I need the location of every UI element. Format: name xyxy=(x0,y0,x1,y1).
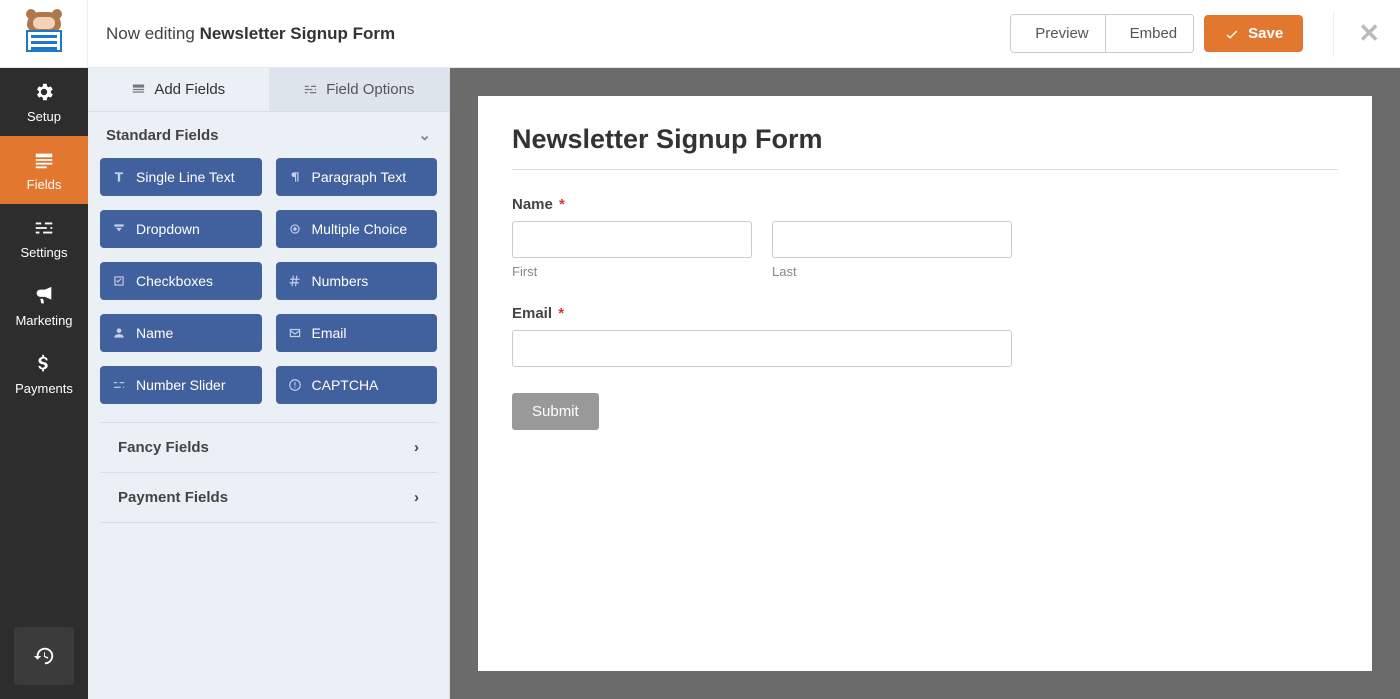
save-label: Save xyxy=(1248,25,1283,42)
panel-tabs: Add Fields Field Options xyxy=(88,68,449,112)
canvas-area[interactable]: Newsletter Signup Form Name * First Last xyxy=(450,68,1400,699)
hash-icon xyxy=(288,274,302,288)
field-label: Dropdown xyxy=(136,221,200,237)
preview-label: Preview xyxy=(1035,25,1088,42)
tab-field-options[interactable]: Field Options xyxy=(269,68,450,111)
field-label: Multiple Choice xyxy=(312,221,408,237)
field-captcha[interactable]: CAPTCHA xyxy=(276,366,438,404)
logo[interactable] xyxy=(0,0,88,68)
tab-add-fields[interactable]: Add Fields xyxy=(88,68,269,111)
field-label: Email xyxy=(312,325,347,341)
form-field-name[interactable]: Name * First Last xyxy=(512,196,1012,279)
add-fields-icon xyxy=(131,82,146,97)
nav-settings-label: Settings xyxy=(21,245,68,260)
field-label: Paragraph Text xyxy=(312,169,407,185)
group-standard-fields[interactable]: Standard Fields ⌄ xyxy=(88,112,449,158)
editing-prefix: Now editing xyxy=(106,24,200,43)
required-marker: * xyxy=(558,305,564,322)
form-title[interactable]: Newsletter Signup Form xyxy=(512,124,1338,170)
nav-settings[interactable]: Settings xyxy=(0,204,88,272)
nav-setup-label: Setup xyxy=(27,109,61,124)
dollar-icon xyxy=(33,353,55,375)
last-name-input[interactable] xyxy=(772,221,1012,258)
save-button[interactable]: Save xyxy=(1204,15,1303,52)
chevron-right-icon: › xyxy=(414,439,419,456)
first-sublabel: First xyxy=(512,264,752,279)
embed-button[interactable]: Embed xyxy=(1105,15,1194,52)
nav-fields[interactable]: Fields xyxy=(0,136,88,204)
field-multiple-choice[interactable]: Multiple Choice xyxy=(276,210,438,248)
name-label: Name * xyxy=(512,196,1012,213)
nav-payments[interactable]: Payments xyxy=(0,340,88,408)
bullhorn-icon xyxy=(33,285,55,307)
nav-setup[interactable]: Setup xyxy=(0,68,88,136)
dropdown-icon xyxy=(112,222,126,236)
check-icon xyxy=(1224,26,1240,42)
standard-fields-grid: Single Line Text Paragraph Text Dropdown… xyxy=(88,158,449,414)
close-icon[interactable]: ✕ xyxy=(1333,10,1380,57)
revisions-button[interactable] xyxy=(14,627,74,685)
topbar: Now editing Newsletter Signup Form Previ… xyxy=(0,0,1400,68)
chevron-right-icon: › xyxy=(414,489,419,506)
group-fancy-fields[interactable]: Fancy Fields › xyxy=(100,423,437,473)
text-icon xyxy=(112,170,126,184)
field-label: CAPTCHA xyxy=(312,377,379,393)
radio-icon xyxy=(288,222,302,236)
captcha-icon xyxy=(288,378,302,392)
tab-options-label: Field Options xyxy=(326,81,414,98)
field-dropdown[interactable]: Dropdown xyxy=(100,210,262,248)
paragraph-icon xyxy=(288,170,302,184)
field-checkboxes[interactable]: Checkboxes xyxy=(100,262,262,300)
checkbox-icon xyxy=(112,274,126,288)
form-name[interactable]: Newsletter Signup Form xyxy=(200,24,396,43)
field-email[interactable]: Email xyxy=(276,314,438,352)
nav-payments-label: Payments xyxy=(15,381,73,396)
group-standard-label: Standard Fields xyxy=(106,127,219,144)
preview-embed-group: Preview Embed xyxy=(1010,14,1194,53)
sliders-icon xyxy=(33,217,55,239)
options-icon xyxy=(303,82,318,97)
field-label: Checkboxes xyxy=(136,273,213,289)
nav-marketing-label: Marketing xyxy=(15,313,72,328)
user-icon xyxy=(112,326,126,340)
field-numbers[interactable]: Numbers xyxy=(276,262,438,300)
tab-add-label: Add Fields xyxy=(154,81,225,98)
top-buttons: Preview Embed Save ✕ xyxy=(1010,10,1388,57)
field-single-line-text[interactable]: Single Line Text xyxy=(100,158,262,196)
slider-icon xyxy=(112,378,126,392)
email-label: Email * xyxy=(512,305,1012,322)
email-label-text: Email xyxy=(512,305,552,322)
page-title: Now editing Newsletter Signup Form xyxy=(88,24,1010,44)
group-payment-fields[interactable]: Payment Fields › xyxy=(100,473,437,523)
envelope-icon xyxy=(288,326,302,340)
history-icon xyxy=(33,645,55,667)
submit-button[interactable]: Submit xyxy=(512,393,599,430)
required-marker: * xyxy=(559,196,565,213)
field-label: Number Slider xyxy=(136,377,225,393)
field-number-slider[interactable]: Number Slider xyxy=(100,366,262,404)
form-field-email[interactable]: Email * xyxy=(512,305,1012,367)
name-label-text: Name xyxy=(512,196,553,213)
group-payment-label: Payment Fields xyxy=(118,489,228,506)
group-fancy-label: Fancy Fields xyxy=(118,439,209,456)
fields-panel: Add Fields Field Options Standard Fields… xyxy=(88,68,450,699)
email-input[interactable] xyxy=(512,330,1012,367)
form-icon xyxy=(33,149,55,171)
field-label: Single Line Text xyxy=(136,169,235,185)
embed-label: Embed xyxy=(1130,25,1178,42)
nav-fields-label: Fields xyxy=(27,177,62,192)
field-label: Numbers xyxy=(312,273,369,289)
nav-marketing[interactable]: Marketing xyxy=(0,272,88,340)
field-name[interactable]: Name xyxy=(100,314,262,352)
preview-button[interactable]: Preview xyxy=(1011,15,1104,52)
last-sublabel: Last xyxy=(772,264,1012,279)
chevron-down-icon: ⌄ xyxy=(418,126,431,144)
field-label: Name xyxy=(136,325,173,341)
nav-rail: Setup Fields Settings Marketing Payments xyxy=(0,68,88,699)
first-name-input[interactable] xyxy=(512,221,752,258)
field-paragraph-text[interactable]: Paragraph Text xyxy=(276,158,438,196)
gear-icon xyxy=(33,81,55,103)
form-preview[interactable]: Newsletter Signup Form Name * First Last xyxy=(478,96,1372,671)
